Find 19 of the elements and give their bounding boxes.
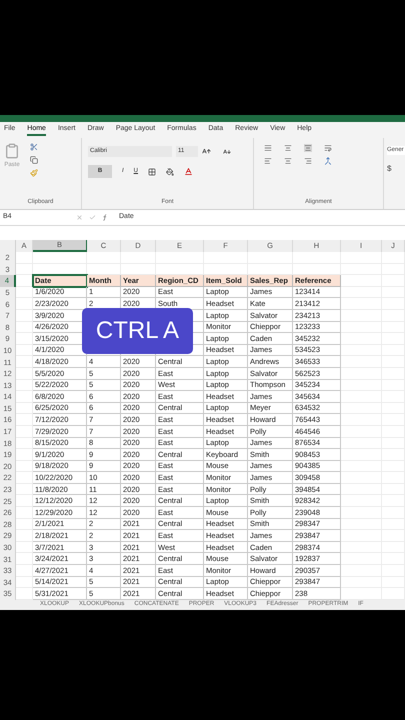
function-icon[interactable] [102,214,109,221]
align-left-icon[interactable] [264,157,272,165]
shortcut-overlay: CTRL A [82,308,193,354]
fill-color-icon[interactable] [166,168,174,176]
align-bottom-icon[interactable] [304,144,312,152]
align-top-icon[interactable] [264,144,272,152]
copy-icon[interactable] [30,156,38,164]
align-center-icon[interactable] [284,157,292,165]
clipboard-icon [4,143,20,159]
align-right-icon[interactable] [304,157,312,165]
merge-icon[interactable] [324,157,332,165]
align-middle-icon[interactable] [284,144,292,152]
shrink-font-icon[interactable] [223,148,231,156]
font-color-icon[interactable] [184,167,194,176]
wrap-text-icon[interactable] [324,144,332,152]
currency-icon[interactable]: $ [387,163,405,175]
grow-font-icon[interactable] [202,147,211,156]
scissors-icon[interactable] [30,143,38,151]
borders-icon[interactable] [148,168,156,176]
